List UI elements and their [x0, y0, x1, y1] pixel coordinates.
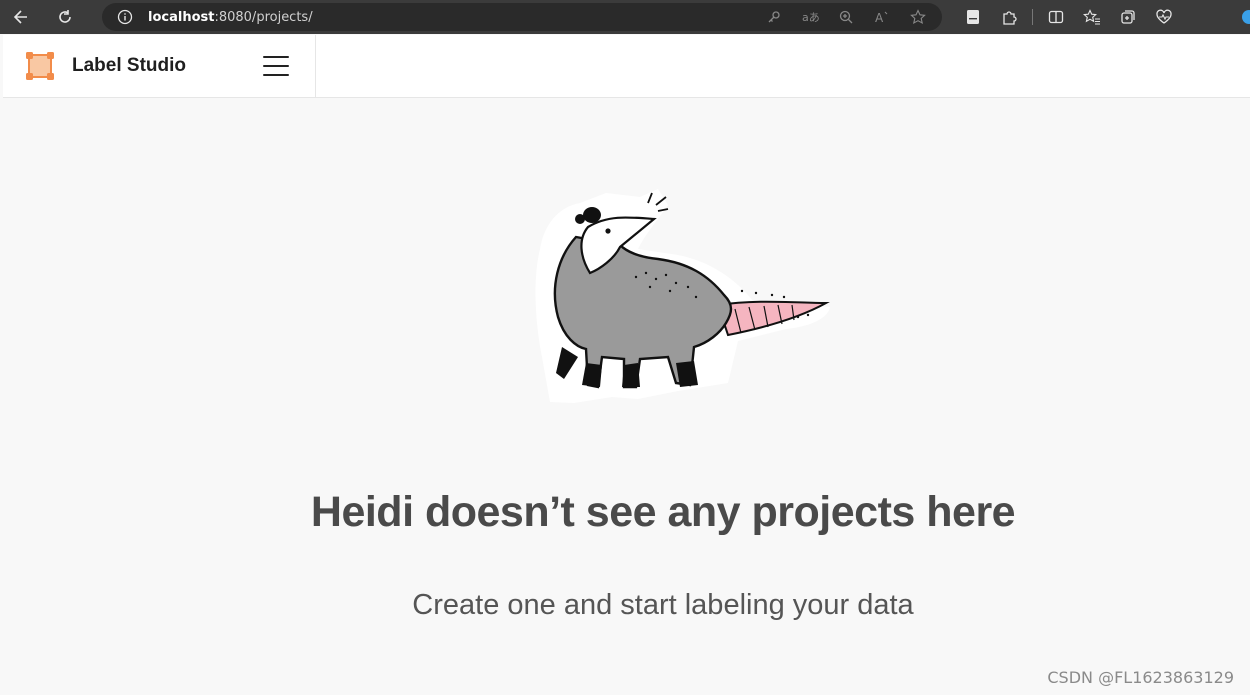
key-icon[interactable] — [764, 7, 784, 27]
menu-line — [263, 56, 289, 58]
reload-icon — [59, 10, 71, 23]
menu-line — [263, 65, 289, 67]
favorite-star-icon[interactable] — [908, 7, 928, 27]
zoom-icon[interactable] — [836, 7, 856, 27]
svg-text:aあ: aあ — [802, 11, 819, 24]
collections-icon[interactable] — [1115, 4, 1141, 30]
app-title[interactable]: Label Studio — [72, 55, 186, 77]
svg-text:A: A — [875, 11, 884, 25]
opossum-illustration — [535, 189, 830, 403]
empty-state-title: Heidi doesn’t see any projects here — [310, 488, 1016, 536]
app-header: Label Studio — [3, 35, 1250, 98]
health-icon[interactable] — [1151, 4, 1177, 30]
read-aloud-icon[interactable]: A — [872, 7, 892, 27]
menu-icon[interactable] — [261, 54, 291, 78]
back-button[interactable] — [8, 4, 34, 30]
back-icon — [13, 10, 27, 24]
edge-profile-icon[interactable] — [1242, 10, 1250, 24]
page-icon[interactable] — [960, 4, 986, 30]
favorites-icon[interactable] — [1079, 4, 1105, 30]
header-brand-area: Label Studio — [3, 35, 316, 98]
toolbar-divider — [1032, 9, 1033, 25]
url-host: localhost — [148, 9, 215, 25]
menu-line — [263, 74, 289, 76]
url-text[interactable]: localhost:8080/projects/ — [148, 10, 313, 25]
translate-icon[interactable]: aあ — [800, 7, 820, 27]
reload-button[interactable] — [52, 4, 78, 30]
empty-state-subtitle: Create one and start labeling your data — [412, 589, 914, 621]
extensions-icon[interactable] — [996, 4, 1022, 30]
info-icon[interactable] — [116, 8, 134, 26]
url-path: :8080/projects/ — [214, 9, 313, 25]
projects-page: Heidi doesn’t see any projects here Crea… — [3, 99, 1250, 695]
browser-toolbar: localhost:8080/projects/ aあ A — [0, 0, 1250, 34]
address-bar[interactable]: localhost:8080/projects/ aあ A — [102, 3, 942, 31]
split-screen-icon[interactable] — [1043, 4, 1069, 30]
label-studio-logo[interactable] — [25, 51, 55, 81]
watermark: CSDN @FL1623863129 — [1047, 668, 1234, 687]
